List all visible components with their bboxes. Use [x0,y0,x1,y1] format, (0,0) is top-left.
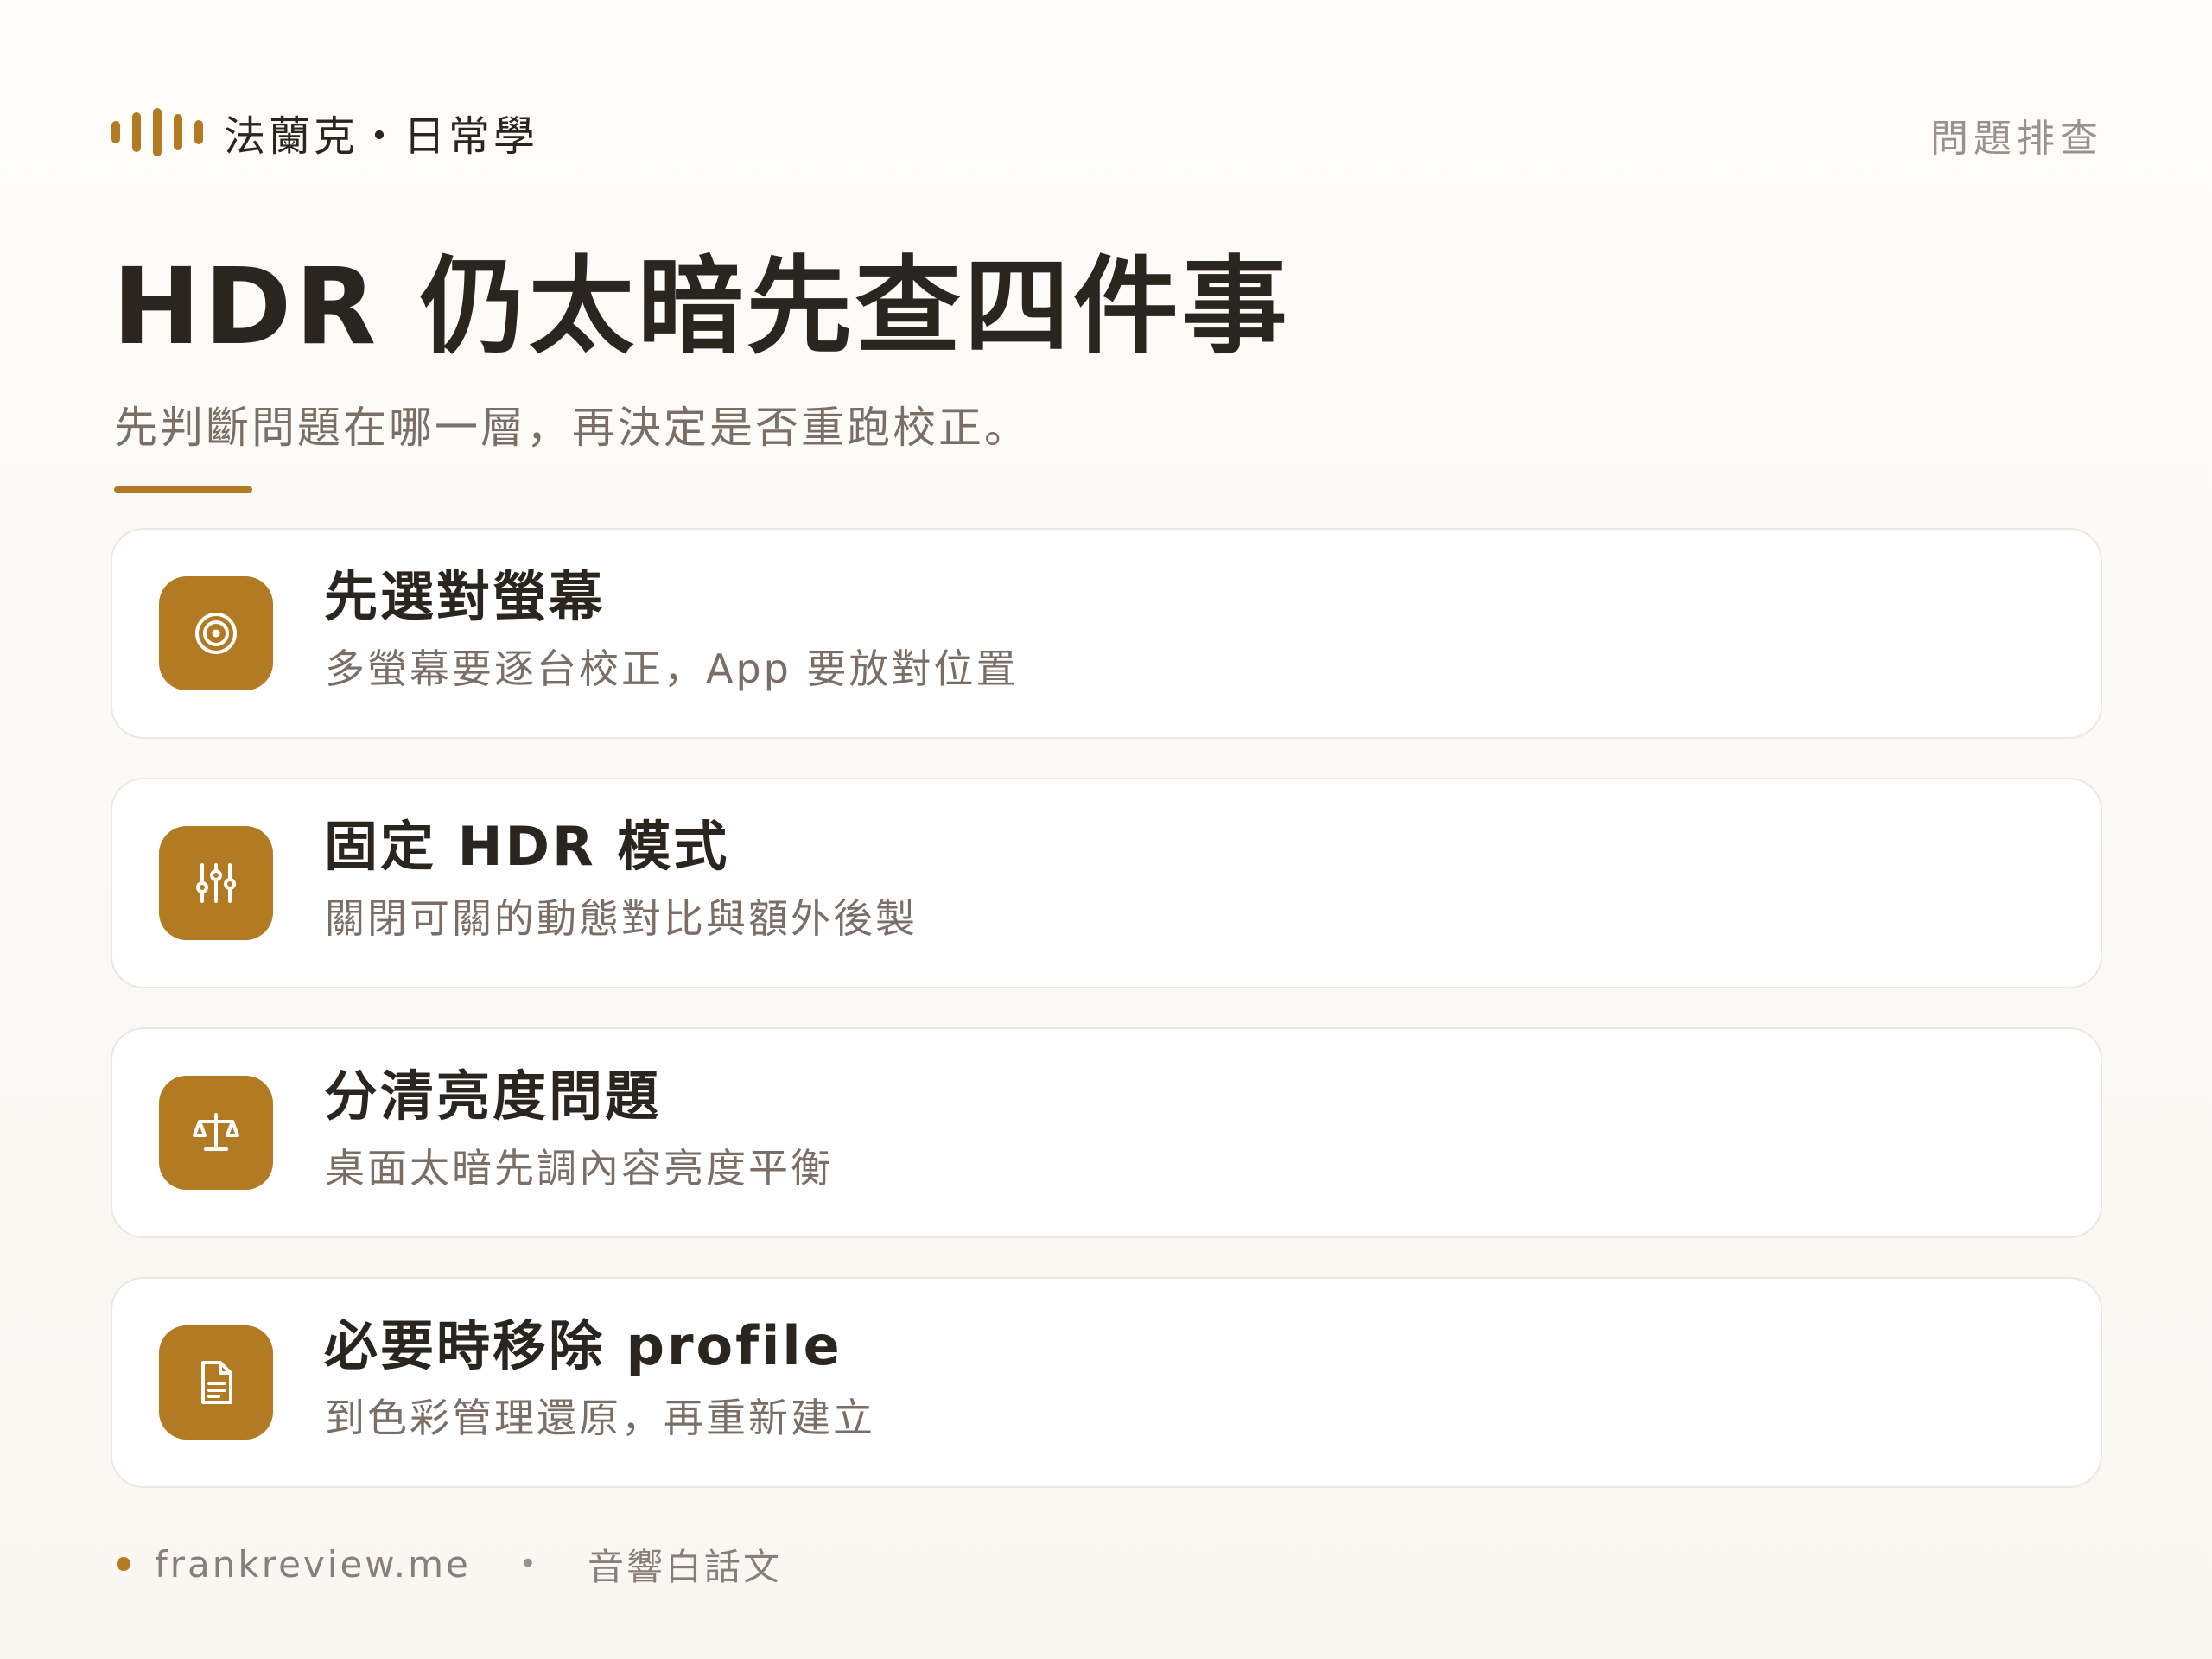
document-icon [159,1325,273,1440]
card-title: 先選對螢幕 [324,565,606,628]
footer-separator: • [518,1547,539,1581]
scale-icon [159,1076,273,1190]
page: 法蘭克・日常學 問題排查 HDR 仍太暗先查四件事 先判斷問題在哪一層，再決定是… [0,0,2212,1659]
accent-divider [114,486,252,493]
card-description: 桌面太暗先調內容亮度平衡 [325,1145,833,1192]
card-title: 固定 HDR 模式 [324,815,730,878]
checklist-card-brightness: 分清亮度問題 桌面太暗先調內容亮度平衡 [111,1027,2102,1238]
checklist-card-select-monitor: 先選對螢幕 多螢幕要逐台校正，App 要放對位置 [111,528,2102,739]
card-description: 關閉可關的動態對比與額外後製 [325,895,918,942]
brand: 法蘭克・日常學 [111,104,538,161]
card-description: 到色彩管理還原，再重新建立 [325,1395,875,1441]
sliders-icon [159,826,273,940]
footer-series: 音響白話文 [587,1545,782,1588]
checklist-card-remove-profile: 必要時移除 profile 到色彩管理還原，再重新建立 [111,1277,2102,1488]
checklist-card-fix-hdr-mode: 固定 HDR 模式 關閉可關的動態對比與額外後製 [111,778,2102,988]
page-subtitle: 先判斷問題在哪一層，再決定是否重跑校正。 [114,403,1030,453]
target-icon [159,576,273,690]
card-title: 分清亮度問題 [324,1065,662,1128]
card-description: 多螢幕要逐台校正，App 要放對位置 [325,645,1019,692]
page-title: HDR 仍太暗先查四件事 [112,245,1291,368]
category-tag: 問題排查 [1930,117,2103,161]
sound-wave-icon [111,108,203,156]
footer-site: frankreview.me [155,1542,471,1586]
brand-name: 法蘭克・日常學 [224,112,539,161]
footer: frankreview.me • 音響白話文 [117,1538,782,1590]
bullet-dot-icon [117,1557,130,1571]
card-title: 必要時移除 profile [324,1314,842,1377]
